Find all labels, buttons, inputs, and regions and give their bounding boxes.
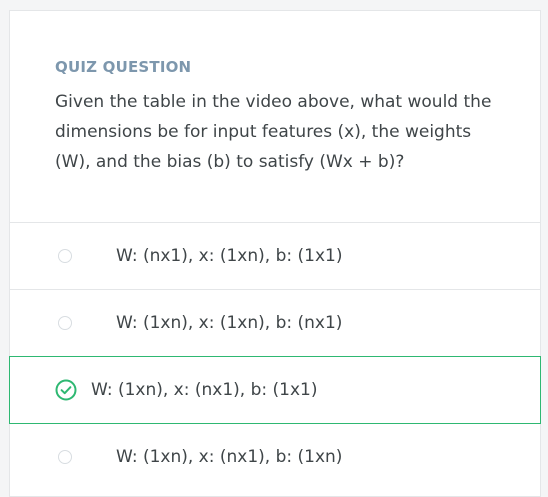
- answer-options: W: (nx1), x: (1xn), b: (1x1) W: (1xn), x…: [9, 223, 541, 491]
- quiz-eyebrow: QUIZ QUESTION: [55, 58, 192, 76]
- answer-option-2[interactable]: W: (1xn), x: (1xn), b: (nx1): [10, 290, 540, 357]
- answer-option-1[interactable]: W: (nx1), x: (1xn), b: (1x1): [10, 223, 540, 290]
- answer-option-3-selected[interactable]: W: (1xn), x: (nx1), b: (1x1): [9, 356, 541, 424]
- quiz-card: QUIZ QUESTION Given the table in the vid…: [9, 10, 541, 497]
- quiz-header: QUIZ QUESTION Given the table in the vid…: [10, 11, 540, 223]
- answer-option-label: W: (1xn), x: (nx1), b: (1x1): [91, 380, 318, 400]
- answer-option-label: W: (1xn), x: (nx1), b: (1xn): [116, 447, 343, 467]
- answer-option-label: W: (1xn), x: (1xn), b: (nx1): [116, 313, 343, 333]
- check-circle-icon[interactable]: [55, 379, 77, 401]
- answer-option-4[interactable]: W: (1xn), x: (nx1), b: (1xn): [10, 424, 540, 491]
- radio-empty-icon[interactable]: [58, 316, 72, 330]
- quiz-question-text: Given the table in the video above, what…: [55, 92, 492, 172]
- radio-empty-icon[interactable]: [58, 450, 72, 464]
- answer-option-label: W: (nx1), x: (1xn), b: (1x1): [116, 246, 343, 266]
- radio-empty-icon[interactable]: [58, 249, 72, 263]
